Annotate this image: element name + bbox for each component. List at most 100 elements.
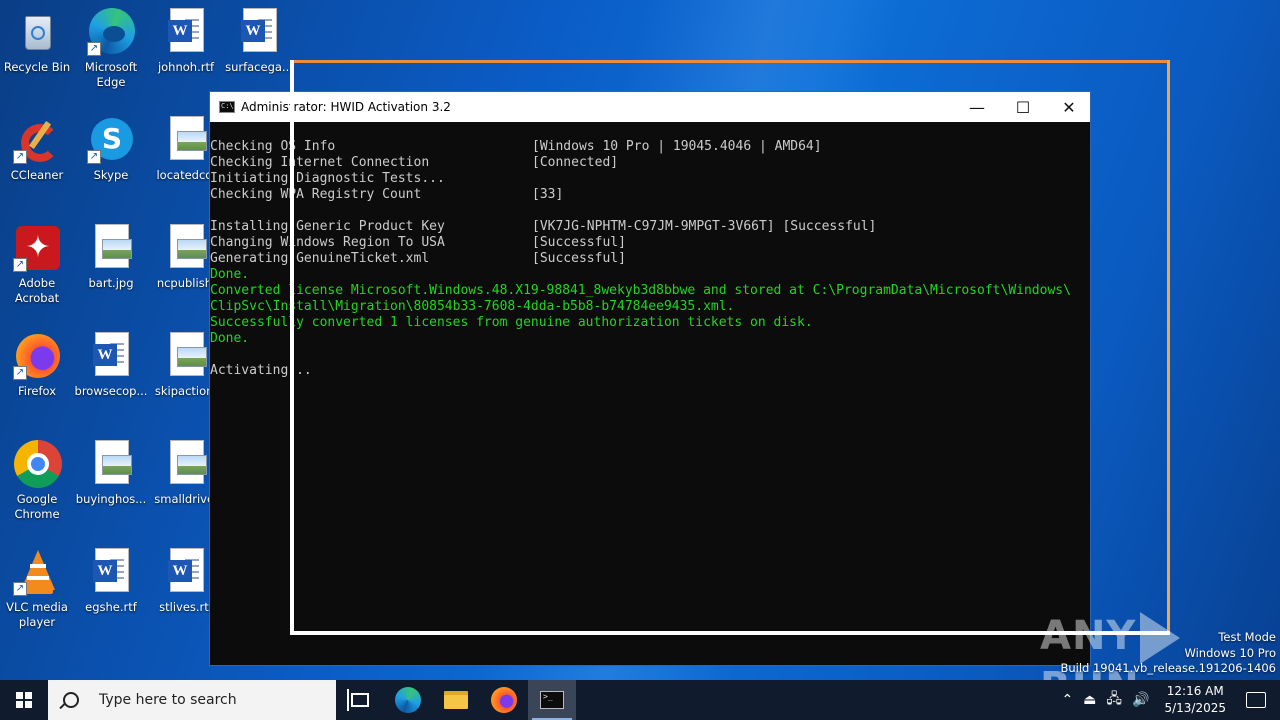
- image-file-icon: [162, 116, 210, 164]
- console-line-label: Installing Generic Product Key: [210, 219, 445, 234]
- console-line: Checking OS Info [Windows 10 Pro | 19045.…: [210, 139, 1090, 155]
- desktop-icon-johnoh-rtf[interactable]: W johnoh.rtf: [149, 0, 223, 100]
- desktop-icon-label: egshe.rtf: [85, 600, 137, 614]
- vlc-icon: ↗: [13, 548, 61, 596]
- desktop-icon-label: Microsoft Edge: [84, 60, 138, 89]
- highlight-frame-white-bottom: [290, 631, 1170, 635]
- console-line: Converted license Microsoft.Windows.48.X…: [210, 283, 1090, 299]
- console-line-label: Done.: [210, 331, 250, 346]
- taskbar-task-view[interactable]: [336, 680, 384, 720]
- word-document-icon: W: [235, 8, 283, 56]
- console-line-label: Activating...: [210, 363, 312, 378]
- console-line-label: Checking WPA Registry Count: [210, 187, 422, 202]
- console-line-value: [Successful]: [532, 235, 626, 250]
- console-output[interactable]: Checking OS Info [Windows 10 Pro | 19045.…: [210, 122, 1090, 665]
- minimize-button[interactable]: —: [954, 92, 1000, 122]
- taskbar-cmd[interactable]: >_: [528, 680, 576, 720]
- taskbar-firefox[interactable]: [480, 680, 528, 720]
- maximize-icon: ☐: [1015, 97, 1031, 117]
- desktop-icon-microsoft-edge[interactable]: ↗ Microsoft Edge: [74, 0, 148, 100]
- chevron-up-icon[interactable]: ⌃: [1061, 692, 1073, 708]
- console-line-label: Checking Internet Connection: [210, 155, 430, 170]
- image-file-icon: [162, 440, 210, 488]
- taskbar-file-explorer[interactable]: [432, 680, 480, 720]
- desktop-icon-bart-jpg[interactable]: bart.jpg: [74, 216, 148, 316]
- desktop-icon-adobe-acrobat[interactable]: ✦ ↗ Adobe Acrobat: [0, 216, 74, 316]
- console-line-label: Successfully converted 1 licenses from g…: [210, 315, 813, 330]
- taskbar-edge[interactable]: [384, 680, 432, 720]
- console-line: Done.: [210, 331, 1090, 347]
- console-line: Initiating Diagnostic Tests...: [210, 171, 1090, 187]
- image-file-icon: [162, 224, 210, 272]
- console-line: Changing Windows Region To USA [Successfu…: [210, 235, 1090, 251]
- desktop-icon-google-chrome[interactable]: Google Chrome: [0, 432, 74, 532]
- os-info-mode: Test Mode: [1218, 630, 1276, 644]
- volume-icon[interactable]: 🔊: [1132, 692, 1149, 708]
- console-line-value: [Connected]: [532, 155, 619, 170]
- search-placeholder: Type here to search: [99, 692, 237, 708]
- highlight-frame-orange-right: [1167, 60, 1170, 634]
- desktop-icon-label: johnoh.rtf: [157, 60, 215, 74]
- highlight-frame-orange: [294, 60, 1170, 63]
- console-line-label: Checking OS Info: [210, 139, 336, 154]
- desktop-icon-skype[interactable]: S ↗ Skype: [74, 108, 148, 208]
- minimize-icon: —: [969, 97, 985, 117]
- desktop-icon-recycle-bin[interactable]: Recycle Bin: [0, 0, 74, 100]
- highlight-frame-white-left: [290, 60, 294, 635]
- desktop-icon-label: Adobe Acrobat: [14, 276, 60, 305]
- word-document-icon: W: [87, 332, 135, 380]
- desktop-icon-label: Google Chrome: [14, 492, 60, 521]
- maximize-button[interactable]: ☐: [1000, 92, 1046, 122]
- desktop-icon-buyinghos[interactable]: buyinghos...: [74, 432, 148, 532]
- console-line-label: Done.: [210, 267, 250, 282]
- chrome-icon: [13, 440, 62, 488]
- taskbar-clock[interactable]: 12:16 AM 5/13/2025: [1164, 683, 1226, 717]
- console-line: Activating...: [210, 363, 1090, 379]
- cmd-icon: C:\: [219, 101, 235, 113]
- desktop-icon-label: bart.jpg: [88, 276, 134, 290]
- firefox-icon: ↗: [13, 332, 61, 380]
- acrobat-icon: ✦ ↗: [13, 224, 61, 272]
- cmd-icon: >_: [540, 691, 564, 709]
- taskbar-search-box[interactable]: Type here to search: [48, 680, 336, 720]
- console-line: Checking WPA Registry Count [33]: [210, 187, 1090, 203]
- file-explorer-icon: [444, 691, 468, 709]
- close-button[interactable]: ✕: [1046, 92, 1092, 122]
- desktop-icon-label: surfacega...: [225, 60, 293, 74]
- image-file-icon: [87, 440, 135, 488]
- os-info: Test Mode Windows 10 Pro Build 19041.vb_…: [1060, 630, 1276, 677]
- os-info-edition: Windows 10 Pro: [1184, 645, 1276, 660]
- desktop-icon-browsecop[interactable]: W browsecop...: [74, 324, 148, 424]
- start-button[interactable]: [0, 680, 48, 720]
- task-view-icon: [347, 689, 369, 711]
- console-line-value: [Successful]: [532, 251, 626, 266]
- desktop-icon-surfacega[interactable]: W surfacega...: [222, 0, 296, 100]
- desktop-icon-label: browsecop...: [74, 384, 148, 398]
- image-file-icon: [162, 332, 210, 380]
- console-line: Done.: [210, 267, 1090, 283]
- desktop-icon-vlc[interactable]: ↗ VLC media player: [0, 540, 74, 640]
- taskbar: Type here to search >_ ⌃ ⏏ 🖧 🔊 12:16 AM …: [0, 680, 1280, 720]
- desktop-icon-firefox[interactable]: ↗ Firefox: [0, 324, 74, 424]
- console-line: Installing Generic Product Key [VK7JG-NPH…: [210, 219, 1090, 235]
- close-icon: ✕: [1062, 97, 1076, 117]
- cmd-window[interactable]: C:\ Administrator: HWID Activation 3.2 —…: [209, 91, 1091, 666]
- desktop-icon-label: Firefox: [17, 384, 57, 398]
- windows-logo-icon: [16, 692, 32, 708]
- edge-icon: [395, 687, 421, 713]
- image-file-icon: [87, 224, 135, 272]
- desktop-icon-ccleaner[interactable]: ↗ CCleaner: [0, 108, 74, 208]
- notification-icon[interactable]: [1246, 692, 1266, 708]
- console-line-label: Changing Windows Region To USA: [210, 235, 445, 250]
- console-line: Generating GenuineTicket.xml [Successful]: [210, 251, 1090, 267]
- window-title: Administrator: HWID Activation 3.2: [241, 100, 451, 114]
- console-line-value: [33]: [532, 187, 564, 202]
- edge-icon: ↗: [87, 8, 135, 56]
- usb-device-icon[interactable]: ⏏: [1083, 692, 1096, 708]
- network-icon[interactable]: 🖧: [1106, 688, 1122, 712]
- window-titlebar[interactable]: C:\ Administrator: HWID Activation 3.2 —…: [210, 92, 1090, 122]
- desktop-icon-egshe-rtf[interactable]: W egshe.rtf: [74, 540, 148, 640]
- clock-date: 5/13/2025: [1164, 701, 1226, 715]
